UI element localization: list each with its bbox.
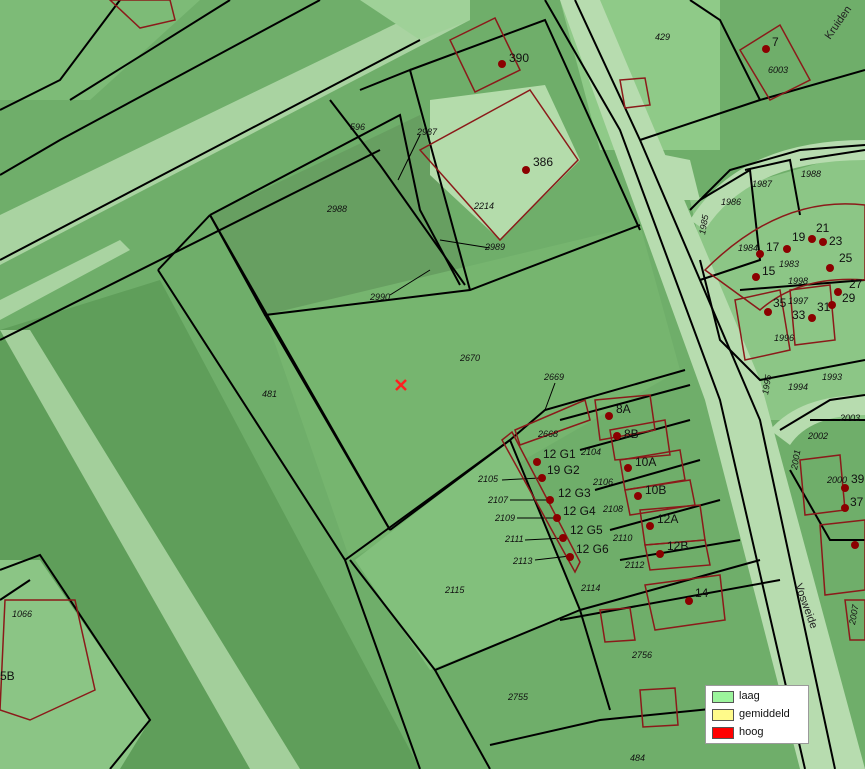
parcel-label: 1066 [12,609,32,619]
parcel-label: 1997 [788,296,809,306]
map-view[interactable]: 429 596 2987 2988 2214 2989 2990 2670 26… [0,0,865,769]
house-label: 8B [624,427,639,441]
parcel-label: 1984 [738,243,758,253]
house-label: 31 [817,300,831,314]
house-label: 12A [657,512,678,526]
parcel-label: 1993 [822,372,842,382]
legend-swatch-laag [712,691,734,703]
parcel-label: 2987 [416,127,438,137]
parcel-label: 596 [350,122,365,132]
parcel-label: 1983 [779,259,799,269]
house-label: 14 [695,586,709,600]
parcel-label: 2990 [369,292,390,302]
house-label: 25 [839,251,853,265]
house-label: 39 [851,472,865,486]
parcel-label: 2989 [484,242,505,252]
house-label: 8A [616,402,631,416]
parcel-label: 429 [655,32,670,42]
house-label: 23 [829,234,843,248]
parcel-label: 1987 [752,179,773,189]
house-label: 12B [667,539,688,553]
parcel-label: 2003 [839,413,860,423]
parcel-label: 1986 [721,197,741,207]
house-label: 7 [772,35,779,49]
legend-label: gemiddeld [739,708,790,720]
parcel-label: 481 [262,389,277,399]
parcel-label: 2110 [612,533,632,543]
house-label: 10B [645,483,666,497]
parcel-label: 2113 [512,556,532,566]
house-label: 390 [509,51,529,65]
parcel-label: 2988 [326,204,347,214]
legend-label: laag [739,690,760,702]
house-label: 12 G4 [563,504,596,518]
parcel-label: 2108 [602,504,623,514]
house-label: 29 [842,291,856,305]
house-label: 21 [816,221,830,235]
parcel-label: 2109 [494,513,515,523]
legend-label: hoog [739,726,764,738]
house-label: 10A [635,455,656,469]
parcel-label: 2105 [477,474,499,484]
house-label: 12 G6 [576,542,609,556]
parcel-label: 2000 [826,475,847,485]
legend-swatch-hoog [712,727,734,739]
house-label: 19 G2 [547,463,580,477]
house-label: 12 G1 [543,447,576,461]
map-canvas[interactable]: 429 596 2987 2988 2214 2989 2990 2670 26… [0,0,865,769]
house-label: 15 [762,264,776,278]
house-label: 5B [0,669,15,683]
parcel-label: 484 [630,753,645,763]
parcel-label: 2112 [624,560,644,570]
house-label: 27 [849,277,863,291]
parcel-label: 2756 [631,650,652,660]
parcel-label: 2115 [444,585,465,595]
parcel-label: 2111 [504,534,524,544]
house-label: 17 [766,240,780,254]
house-label: 12 G3 [558,486,591,500]
parcel-label: 2670 [459,353,480,363]
parcel-label: 2106 [592,477,613,487]
parcel-label: 2214 [473,201,494,211]
house-label: 37 [850,495,864,509]
parcel-label: 1996 [774,333,794,343]
house-label: 12 G5 [570,523,603,537]
house-label: 35 [773,296,787,310]
legend-swatch-gemiddeld [712,709,734,721]
house-label: 19 [792,230,806,244]
parcel-label: 1994 [788,382,808,392]
house-label: 386 [533,155,553,169]
parcel-label: 1988 [801,169,821,179]
parcel-label: 1998 [788,276,808,286]
map-legend: laag gemiddeld hoog [705,685,809,744]
parcel-label: 2114 [580,583,600,593]
house-label: 33 [792,308,806,322]
parcel-label: 2107 [487,495,509,505]
parcel-label: 6003 [768,65,788,75]
parcel-label: 2755 [507,692,529,702]
parcel-label: 2669 [543,372,564,382]
parcel-label: 2668 [537,429,558,439]
parcel-label: 2002 [807,431,828,441]
parcel-label: 2104 [580,447,601,457]
